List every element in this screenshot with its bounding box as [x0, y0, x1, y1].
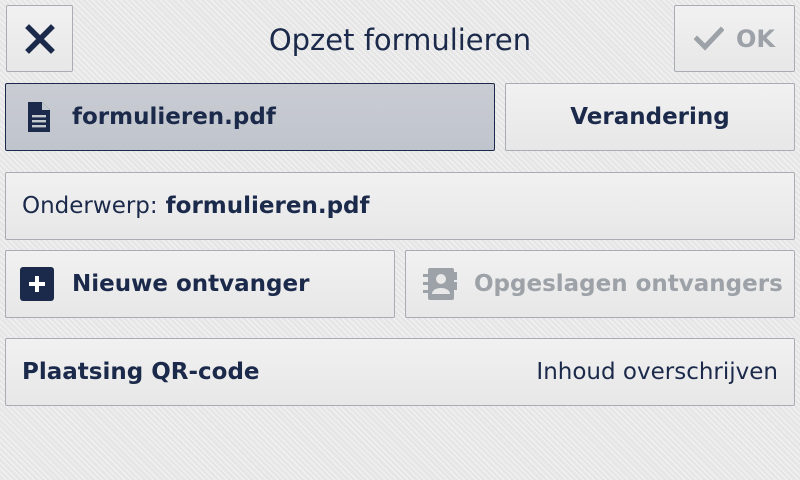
change-button[interactable]: Verandering: [505, 83, 795, 151]
ok-label: OK: [736, 24, 775, 53]
file-name-button[interactable]: formulieren.pdf: [5, 83, 495, 151]
subject-value: formulieren.pdf: [165, 193, 370, 219]
saved-recipients-label: Opgeslagen ontvangers: [474, 271, 783, 297]
change-label: Verandering: [570, 104, 730, 130]
address-book-icon: [423, 268, 457, 300]
new-recipient-button[interactable]: Nieuwe ontvanger: [5, 250, 395, 318]
subject-label: Onderwerp:: [22, 193, 158, 219]
qr-placement-value: Inhoud overschrijven: [536, 359, 778, 385]
subject-field[interactable]: Onderwerp: formulieren.pdf: [5, 172, 795, 240]
saved-recipients-button[interactable]: Opgeslagen ontvangers: [405, 250, 795, 318]
qr-placement-row[interactable]: Plaatsing QR-code Inhoud overschrijven: [5, 338, 795, 406]
ok-button[interactable]: OK: [674, 5, 795, 72]
qr-placement-label: Plaatsing QR-code: [22, 359, 260, 385]
checkmark-icon: [694, 25, 724, 51]
file-name-label: formulieren.pdf: [72, 104, 276, 130]
close-icon: [24, 23, 55, 54]
plus-icon: [20, 267, 54, 301]
close-button[interactable]: [6, 5, 73, 72]
page-title: Opzet formulieren: [268, 23, 532, 57]
new-recipient-label: Nieuwe ontvanger: [72, 271, 310, 297]
document-icon: [28, 102, 50, 132]
